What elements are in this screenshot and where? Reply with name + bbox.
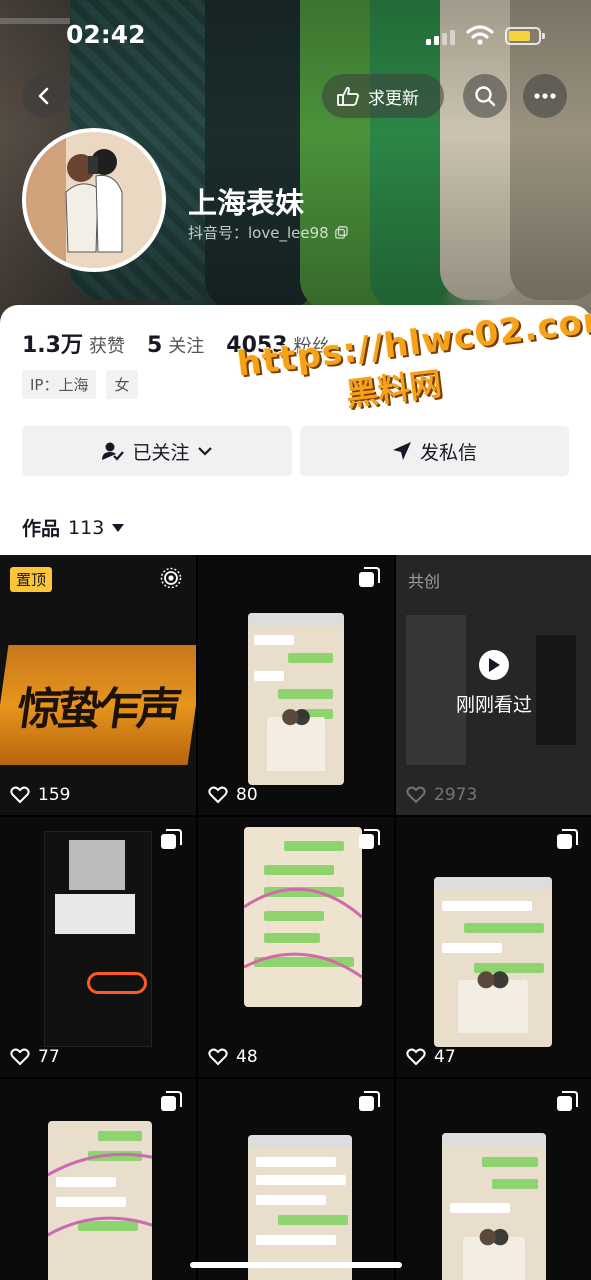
heart-icon [406,786,426,804]
more-button[interactable] [523,74,567,118]
multi-image-icon [161,1091,182,1111]
douyin-id[interactable]: 抖音号：love_lee98 [188,222,348,243]
signal-icon [426,30,455,45]
status-bar: 02:42 [0,16,591,56]
avatar[interactable] [22,128,166,272]
request-update-label: 求更新 [368,88,419,109]
message-label: 发私信 [419,441,477,464]
image-post-thumbnail[interactable]: 80 [198,555,394,815]
like-count: 77 [10,1047,60,1067]
like-count-value: 48 [236,1047,258,1067]
image-post-thumbnail[interactable] [0,1079,196,1280]
pinned-badge: 置顶 [10,567,53,592]
cover-text: 惊蛰乍声 [13,684,181,735]
more-icon [534,93,556,99]
like-count: 159 [10,785,70,805]
play-icon [479,650,509,680]
like-count: 47 [406,1047,456,1067]
heart-icon [208,786,228,804]
wifi-icon [466,25,494,45]
chat-screenshot [248,1135,352,1280]
like-count-value: 47 [434,1047,456,1067]
multi-image-icon [359,567,380,587]
like-count: 2973 [406,785,477,805]
followed-button[interactable]: 已关注 [22,426,292,476]
video-thumbnail[interactable]: 惊蛰乍声 置顶 159 [0,555,196,815]
stat-value: 1.3万 [22,333,83,358]
stat-label: 关注 [168,336,205,357]
stat-likes[interactable]: 1.3万 获赞 [22,327,125,359]
image-post-thumbnail[interactable]: 77 [0,817,196,1077]
works-tab-label: 作品 [22,518,61,540]
like-count: 80 [208,785,258,805]
heart-icon [10,1048,30,1066]
image-post-thumbnail[interactable] [396,1079,591,1280]
live-photo-icon [160,567,182,589]
multi-image-icon [359,1091,380,1111]
multi-image-icon [359,829,380,849]
chat-screenshot [244,827,362,1007]
avatar-illustration [26,132,162,268]
heart-icon [208,1048,228,1066]
recently-viewed-label: 刚刚看过 [455,694,532,716]
stat-value: 5 [146,333,163,358]
video-thumbnail[interactable]: 共创 刚刚看过 2973 [396,555,591,815]
chat-screenshot [48,1121,152,1280]
profile-nickname: 上海表妹 [188,186,305,220]
recently-viewed-overlay: 刚刚看过 [396,650,591,717]
tag-gender: 女 [106,370,138,399]
phone-screenshot [44,831,152,1047]
search-button[interactable] [463,74,507,118]
heart-icon [406,1048,426,1066]
request-update-button[interactable]: 求更新 [322,74,444,118]
multi-image-icon [161,829,182,849]
like-count: 48 [208,1047,258,1067]
like-count-value: 77 [38,1047,60,1067]
search-icon [475,86,496,107]
works-grid: 惊蛰乍声 置顶 159 80 共创 刚刚看过 2973 77 48 47 [0,555,591,1280]
pointing-hand-icon [337,86,359,106]
back-button[interactable] [22,74,66,118]
copy-icon[interactable] [334,226,348,239]
like-count-value: 2973 [434,785,478,805]
chat-screenshot [434,877,552,1047]
cover-art: 惊蛰乍声 [0,645,196,765]
like-count-value: 159 [38,785,71,805]
image-post-thumbnail[interactable]: 48 [198,817,394,1077]
followed-label: 已关注 [132,441,190,464]
image-post-thumbnail[interactable] [198,1079,394,1280]
battery-icon [505,27,545,45]
chat-screenshot [248,613,344,785]
user-check-icon [102,442,125,461]
co-creation-badge: 共创 [408,572,441,591]
douyin-id-text: 抖音号：love_lee98 [188,224,329,242]
works-count: 113 [68,516,105,539]
image-post-thumbnail[interactable]: 47 [396,817,591,1077]
status-time: 02:42 [66,20,146,49]
multi-image-icon [557,1091,578,1111]
profile-tags: IP：上海 女 [22,370,138,399]
caret-down-icon [112,523,125,532]
chat-screenshot [442,1133,546,1280]
battery-level [509,31,530,41]
stat-label: 获赞 [88,336,125,357]
chevron-down-icon [197,447,212,456]
heart-icon [10,786,30,804]
back-chevron-icon [38,87,49,105]
stat-following[interactable]: 5 关注 [147,332,204,358]
multi-image-icon [557,829,578,849]
send-icon [392,442,411,460]
like-count-value: 80 [236,785,258,805]
message-button[interactable]: 发私信 [300,426,569,476]
tag-ip-location: IP：上海 [22,370,97,399]
works-tab[interactable]: 作品 113 [22,514,125,541]
home-indicator[interactable] [190,1262,402,1268]
